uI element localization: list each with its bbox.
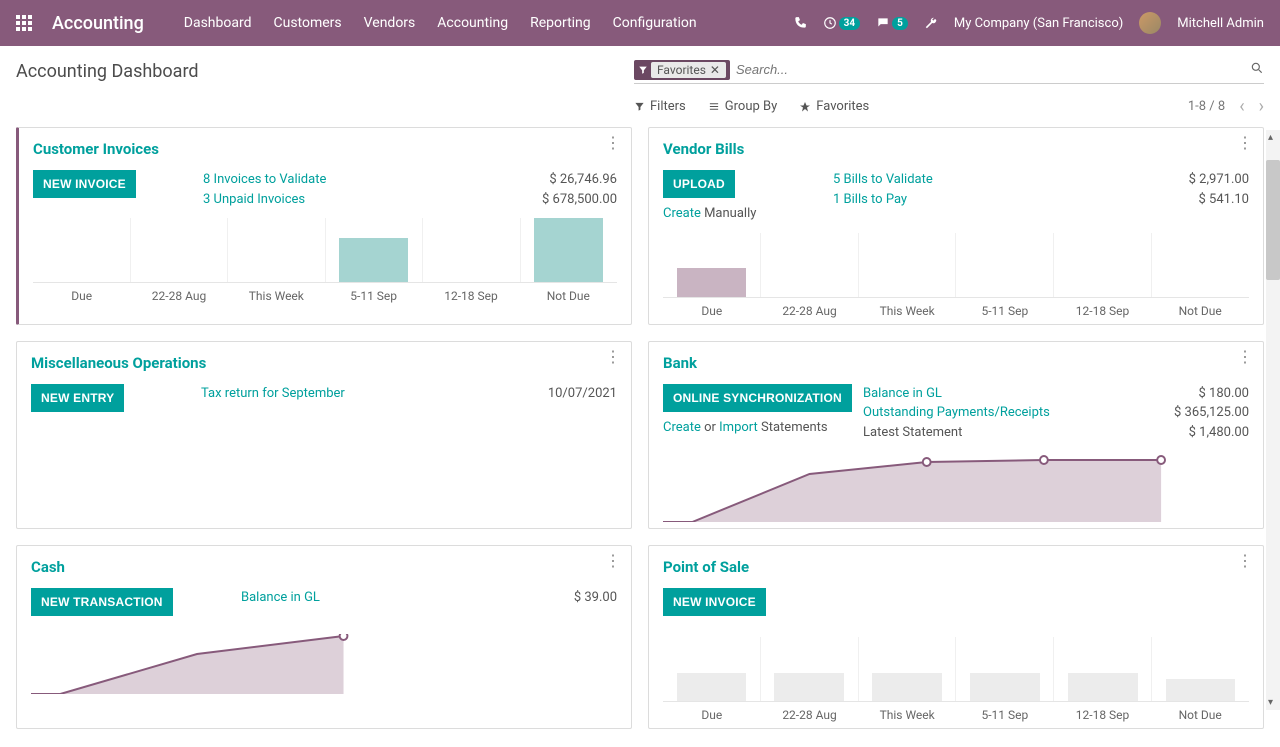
filter-tag[interactable]: Favorites ✕ — [634, 60, 730, 80]
groupby-button[interactable]: Group By — [708, 99, 778, 114]
nav-accounting[interactable]: Accounting — [437, 15, 508, 31]
date: 10/07/2021 — [507, 384, 617, 404]
card-cash: ⋮ Cash NEW TRANSACTION Balance in GL $ 3… — [16, 545, 632, 729]
amount: $ 39.00 — [507, 588, 617, 608]
new-invoice-button[interactable]: NEW INVOICE — [33, 170, 136, 198]
unpaid-invoices-link[interactable]: 3 Unpaid Invoices — [203, 190, 507, 210]
kebab-icon[interactable]: ⋮ — [1237, 138, 1253, 148]
amount: $ 1,480.00 — [1139, 423, 1249, 443]
card-title[interactable]: Bank — [663, 354, 697, 372]
user-name[interactable]: Mitchell Admin — [1177, 16, 1264, 31]
amount: $ 365,125.00 — [1139, 403, 1249, 423]
latest-statement: Latest Statement — [863, 423, 1139, 443]
new-transaction-button[interactable]: NEW TRANSACTION — [31, 588, 173, 616]
company-switcher[interactable]: My Company (San Francisco) — [954, 16, 1123, 31]
chat-icon — [876, 16, 890, 30]
card-customer-invoices: ⋮ Customer Invoices NEW INVOICE 8 Invoic… — [16, 127, 632, 325]
star-icon — [799, 101, 811, 113]
card-title[interactable]: Vendor Bills — [663, 140, 744, 158]
card-title[interactable]: Cash — [31, 558, 65, 576]
cash-chart — [31, 634, 617, 694]
card-title[interactable]: Miscellaneous Operations — [31, 354, 206, 372]
card-title[interactable]: Customer Invoices — [33, 140, 159, 158]
kebab-icon[interactable]: ⋮ — [605, 556, 621, 566]
favorites-button[interactable]: Favorites — [799, 99, 869, 114]
new-entry-button[interactable]: NEW ENTRY — [31, 384, 124, 412]
card-title[interactable]: Point of Sale — [663, 558, 749, 576]
nav-reporting[interactable]: Reporting — [530, 15, 591, 31]
ci-chart — [33, 219, 617, 283]
messages-button[interactable]: 5 — [876, 16, 908, 30]
nav-configuration[interactable]: Configuration — [613, 15, 697, 31]
scrollbar[interactable]: ▴ ▾ — [1266, 130, 1280, 710]
activity-button[interactable]: 34 — [823, 16, 860, 30]
bank-chart — [663, 452, 1249, 522]
create-link[interactable]: Create — [663, 206, 701, 221]
filters-button[interactable]: Filters — [634, 99, 686, 114]
search-bar[interactable]: Favorites ✕ — [634, 58, 1264, 84]
kebab-icon[interactable]: ⋮ — [1237, 352, 1253, 362]
card-vendor-bills: ⋮ Vendor Bills UPLOAD Create Manually 5 … — [648, 127, 1264, 325]
activity-count: 34 — [839, 17, 860, 30]
tax-return-link[interactable]: Tax return for September — [201, 384, 507, 404]
card-bank: ⋮ Bank ONLINE SYNCHRONIZATION Create or … — [648, 341, 1264, 530]
search-icon[interactable] — [1250, 61, 1264, 79]
list-icon — [708, 101, 720, 112]
bills-to-validate-link[interactable]: 5 Bills to Validate — [833, 170, 1139, 190]
pager-text: 1-8 / 8 — [1188, 99, 1225, 114]
scroll-down-icon[interactable]: ▾ — [1268, 697, 1273, 708]
apps-icon[interactable] — [16, 15, 32, 31]
x-axis: Due22-28 AugThis Week5-11 Sep12-18 SepNo… — [663, 304, 1249, 318]
pager-prev[interactable]: ‹ — [1239, 96, 1244, 117]
create-link[interactable]: Create — [663, 420, 701, 435]
nav-vendors[interactable]: Vendors — [364, 15, 416, 31]
search-input[interactable] — [730, 58, 1250, 81]
balance-gl-link[interactable]: Balance in GL — [241, 588, 507, 608]
upload-button[interactable]: UPLOAD — [663, 170, 735, 198]
outstanding-link[interactable]: Outstanding Payments/Receipts — [863, 403, 1139, 423]
invoices-to-validate-link[interactable]: 8 Invoices to Validate — [203, 170, 507, 190]
scroll-thumb[interactable] — [1266, 160, 1280, 280]
vb-chart — [663, 234, 1249, 298]
kebab-icon[interactable]: ⋮ — [605, 352, 621, 362]
clock-icon — [823, 16, 837, 30]
amount: $ 180.00 — [1139, 384, 1249, 404]
remove-tag-icon[interactable]: ✕ — [710, 63, 720, 77]
scroll-up-icon[interactable]: ▴ — [1268, 132, 1273, 143]
balance-gl-link[interactable]: Balance in GL — [863, 384, 1139, 404]
import-link[interactable]: Import — [719, 420, 758, 435]
new-invoice-button[interactable]: NEW INVOICE — [663, 588, 766, 616]
funnel-icon — [634, 101, 645, 112]
pos-chart — [663, 638, 1249, 702]
x-axis: Due22-28 AugThis Week5-11 Sep12-18 SepNo… — [33, 289, 617, 303]
phone-icon[interactable] — [793, 16, 807, 30]
filter-tag-label: Favorites — [657, 63, 706, 77]
nav-dashboard[interactable]: Dashboard — [184, 15, 252, 31]
amount: $ 678,500.00 — [507, 190, 617, 210]
card-misc-operations: ⋮ Miscellaneous Operations NEW ENTRY Tax… — [16, 341, 632, 530]
amount: $ 541.10 — [1139, 190, 1249, 210]
amount: $ 2,971.00 — [1139, 170, 1249, 190]
funnel-icon — [638, 65, 648, 75]
pager-next[interactable]: › — [1259, 96, 1264, 117]
nav-customers[interactable]: Customers — [274, 15, 342, 31]
messages-count: 5 — [892, 17, 908, 30]
online-sync-button[interactable]: ONLINE SYNCHRONIZATION — [663, 384, 852, 412]
card-point-of-sale: ⋮ Point of Sale NEW INVOICE Due22-28 Aug… — [648, 545, 1264, 729]
kebab-icon[interactable]: ⋮ — [605, 138, 621, 148]
amount: $ 26,746.96 — [507, 170, 617, 190]
main-nav: Dashboard Customers Vendors Accounting R… — [184, 15, 697, 31]
page-title: Accounting Dashboard — [16, 61, 199, 82]
app-brand[interactable]: Accounting — [52, 13, 144, 34]
wrench-icon[interactable] — [924, 16, 938, 30]
kebab-icon[interactable]: ⋮ — [1237, 556, 1253, 566]
bills-to-pay-link[interactable]: 1 Bills to Pay — [833, 190, 1139, 210]
avatar[interactable] — [1139, 12, 1161, 34]
